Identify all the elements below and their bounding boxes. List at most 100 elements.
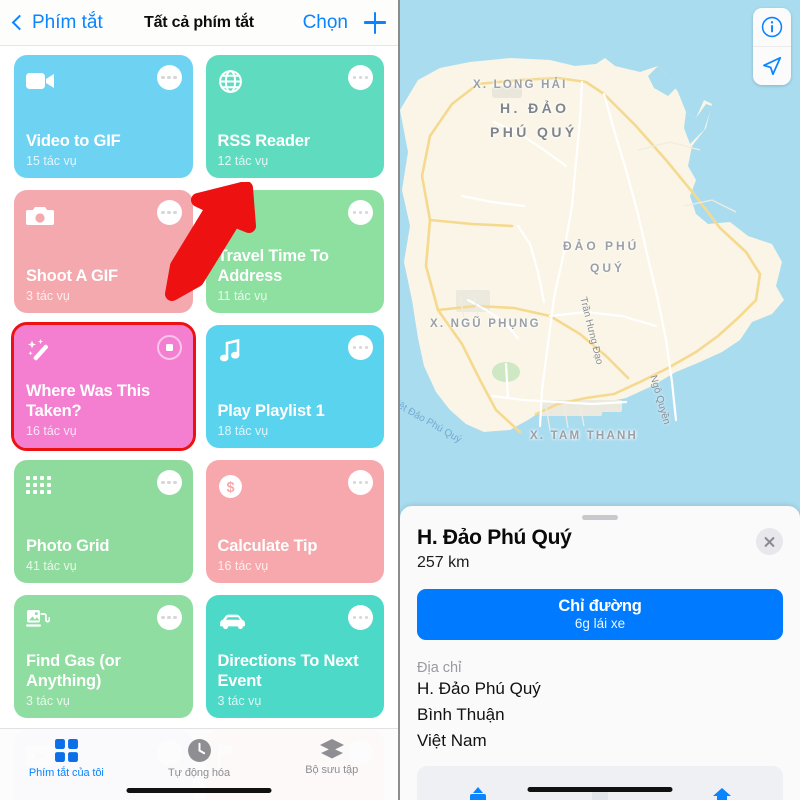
chevron-left-icon: [11, 14, 28, 31]
shortcut-subtitle: 16 tác vụ: [217, 559, 269, 573]
shortcut-card-selected[interactable]: Where Was This Taken? 16 tác vụ: [11, 322, 196, 451]
home-icon: [713, 787, 731, 800]
shortcut-menu-ellipsis-icon[interactable]: [348, 65, 373, 90]
place-detail-sheet: H. Đảo Phú Quý 257 km Chỉ đường 6g lái x…: [400, 506, 800, 800]
shortcut-title: Shoot A GIF: [26, 267, 118, 285]
sheet-header: H. Đảo Phú Quý 257 km: [417, 526, 783, 572]
directions-button[interactable]: Chỉ đường 6g lái xe: [417, 589, 783, 640]
place-distance: 257 km: [417, 554, 470, 571]
action-button[interactable]: [417, 766, 539, 800]
info-icon: [761, 16, 783, 38]
camera-icon: [26, 201, 60, 231]
shortcut-menu-ellipsis-icon[interactable]: [156, 65, 182, 90]
shortcut-card[interactable]: Shoot A GIF 3 tác vụ: [14, 190, 193, 313]
tab-bar: Phím tắt của tôi Tự động hóa Bộ sưu tập: [0, 728, 398, 800]
shortcut-title: Video to GIF: [26, 132, 121, 150]
sheet-grabber[interactable]: [582, 515, 618, 520]
grid-squares-icon: [54, 739, 78, 762]
locate-arrow-icon: [763, 56, 782, 76]
shortcut-menu-ellipsis-icon[interactable]: [156, 200, 182, 225]
home-indicator: [126, 788, 272, 793]
shortcut-title: Calculate Tip: [217, 537, 318, 555]
layers-icon: [319, 739, 344, 759]
map-canvas[interactable]: [400, 0, 800, 520]
shortcut-subtitle: 16 tác vụ: [26, 424, 77, 438]
grid-dots-icon: [26, 471, 60, 501]
action-button[interactable]: [539, 766, 661, 800]
magic-wand-icon: [26, 336, 60, 366]
video-camera-icon: [26, 66, 60, 96]
shortcut-card[interactable]: RSS Reader 12 tác vụ: [205, 55, 384, 178]
shortcut-menu-ellipsis-icon[interactable]: [348, 605, 373, 630]
shortcut-card[interactable]: Find Gas (or Anything) 3 tác vụ: [14, 595, 193, 718]
home-indicator: [527, 787, 673, 792]
shortcut-title: Photo Grid: [26, 537, 110, 555]
place-title: H. Đảo Phú Quý: [417, 526, 572, 549]
gas-pump-icon: [26, 606, 60, 636]
car-icon: [218, 606, 252, 636]
tab-automation[interactable]: Tự động hóa: [133, 738, 266, 779]
address-line: H. Đảo Phú Quý: [417, 679, 541, 698]
sheet-action-strip: [417, 766, 783, 800]
tab-my-shortcuts[interactable]: Phím tắt của tôi: [0, 738, 133, 779]
shortcut-subtitle: 3 tác vụ: [26, 694, 70, 708]
shortcut-subtitle: 15 tác vụ: [26, 154, 77, 168]
maps-app-pane: X. LONG HẢI H. ĐẢO PHÚ QUÝ ĐẢO PHÚ QUÝ X…: [400, 0, 800, 800]
shortcut-subtitle: 41 tác vụ: [26, 559, 77, 573]
shortcut-card[interactable]: $ Calculate Tip 16 tác vụ: [205, 460, 384, 583]
shortcuts-scroll-area[interactable]: Video to GIF 15 tác vụ RSS Reader 12 tác…: [0, 46, 398, 800]
tab-label: Phím tắt của tôi: [28, 767, 104, 779]
add-shortcut-plus-icon[interactable]: [364, 11, 386, 34]
clock-icon: [187, 739, 211, 762]
shortcut-running-stop-icon[interactable]: [156, 335, 182, 360]
tab-label: Bộ sưu tập: [305, 764, 359, 776]
tab-label: Tự động hóa: [168, 767, 230, 779]
shortcut-card[interactable]: Video to GIF 15 tác vụ: [14, 55, 193, 178]
map-info-button[interactable]: [753, 8, 791, 46]
shortcut-subtitle: 18 tác vụ: [217, 424, 269, 438]
shortcut-menu-ellipsis-icon[interactable]: [348, 335, 373, 360]
shortcut-menu-ellipsis-icon[interactable]: [348, 470, 373, 495]
back-button[interactable]: Phím tắt: [11, 11, 103, 34]
shortcut-subtitle: 3 tác vụ: [217, 694, 262, 708]
shortcut-subtitle: 3 tác vụ: [26, 289, 70, 303]
back-button-label: Phím tắt: [32, 11, 103, 33]
navigation-bar: Phím tắt Tất cả phím tắt Chọn: [0, 0, 398, 46]
shortcut-title: Where Was This Taken?: [26, 382, 151, 420]
svg-text:$: $: [226, 480, 234, 496]
address-line: Bình Thuận: [417, 705, 505, 724]
dollar-circle-icon: $: [218, 471, 252, 501]
close-icon: [763, 535, 776, 548]
shortcuts-grid: Video to GIF 15 tác vụ RSS Reader 12 tác…: [11, 55, 384, 800]
action-button[interactable]: [661, 766, 783, 800]
globe-icon: [218, 66, 252, 96]
shortcut-card[interactable]: Photo Grid 41 tác vụ: [14, 460, 193, 583]
shortcut-menu-ellipsis-icon[interactable]: [156, 605, 182, 630]
address-section-label: Địa chỉ: [417, 660, 462, 676]
music-note-icon: [218, 336, 252, 366]
shortcut-card[interactable]: Directions To Next Event 3 tác vụ: [205, 595, 384, 718]
directions-eta: 6g lái xe: [574, 616, 626, 631]
choose-button[interactable]: Chọn: [303, 12, 348, 34]
shortcut-title: Travel Time To Address: [217, 247, 329, 285]
shortcuts-app-pane: Phím tắt Tất cả phím tắt Chọn Video to G…: [0, 0, 400, 800]
map-controls: [753, 8, 791, 85]
shortcut-menu-ellipsis-icon[interactable]: [156, 470, 182, 495]
screenshot-root: Phím tắt Tất cả phím tắt Chọn Video to G…: [0, 0, 800, 800]
shortcut-title: Play Playlist 1: [217, 402, 325, 420]
map-locate-button[interactable]: [753, 46, 791, 85]
magic-wand-icon: [218, 201, 252, 231]
share-icon: [470, 786, 486, 800]
shortcut-subtitle: 11 tác vụ: [217, 289, 268, 303]
address-line: Việt Nam: [417, 731, 487, 750]
shortcut-card[interactable]: Travel Time To Address 11 tác vụ: [205, 190, 384, 313]
shortcut-card[interactable]: Play Playlist 1 18 tác vụ: [205, 325, 384, 448]
shortcut-title: Directions To Next Event: [217, 652, 359, 690]
shortcut-subtitle: 12 tác vụ: [217, 154, 269, 168]
tab-gallery[interactable]: Bộ sưu tập: [265, 738, 398, 776]
nav-actions: Chọn: [303, 11, 386, 34]
shortcut-menu-ellipsis-icon[interactable]: [348, 200, 373, 225]
close-sheet-button[interactable]: [756, 528, 783, 555]
shortcut-title: RSS Reader: [217, 132, 311, 150]
shortcut-title: Find Gas (or Anything): [26, 652, 121, 690]
